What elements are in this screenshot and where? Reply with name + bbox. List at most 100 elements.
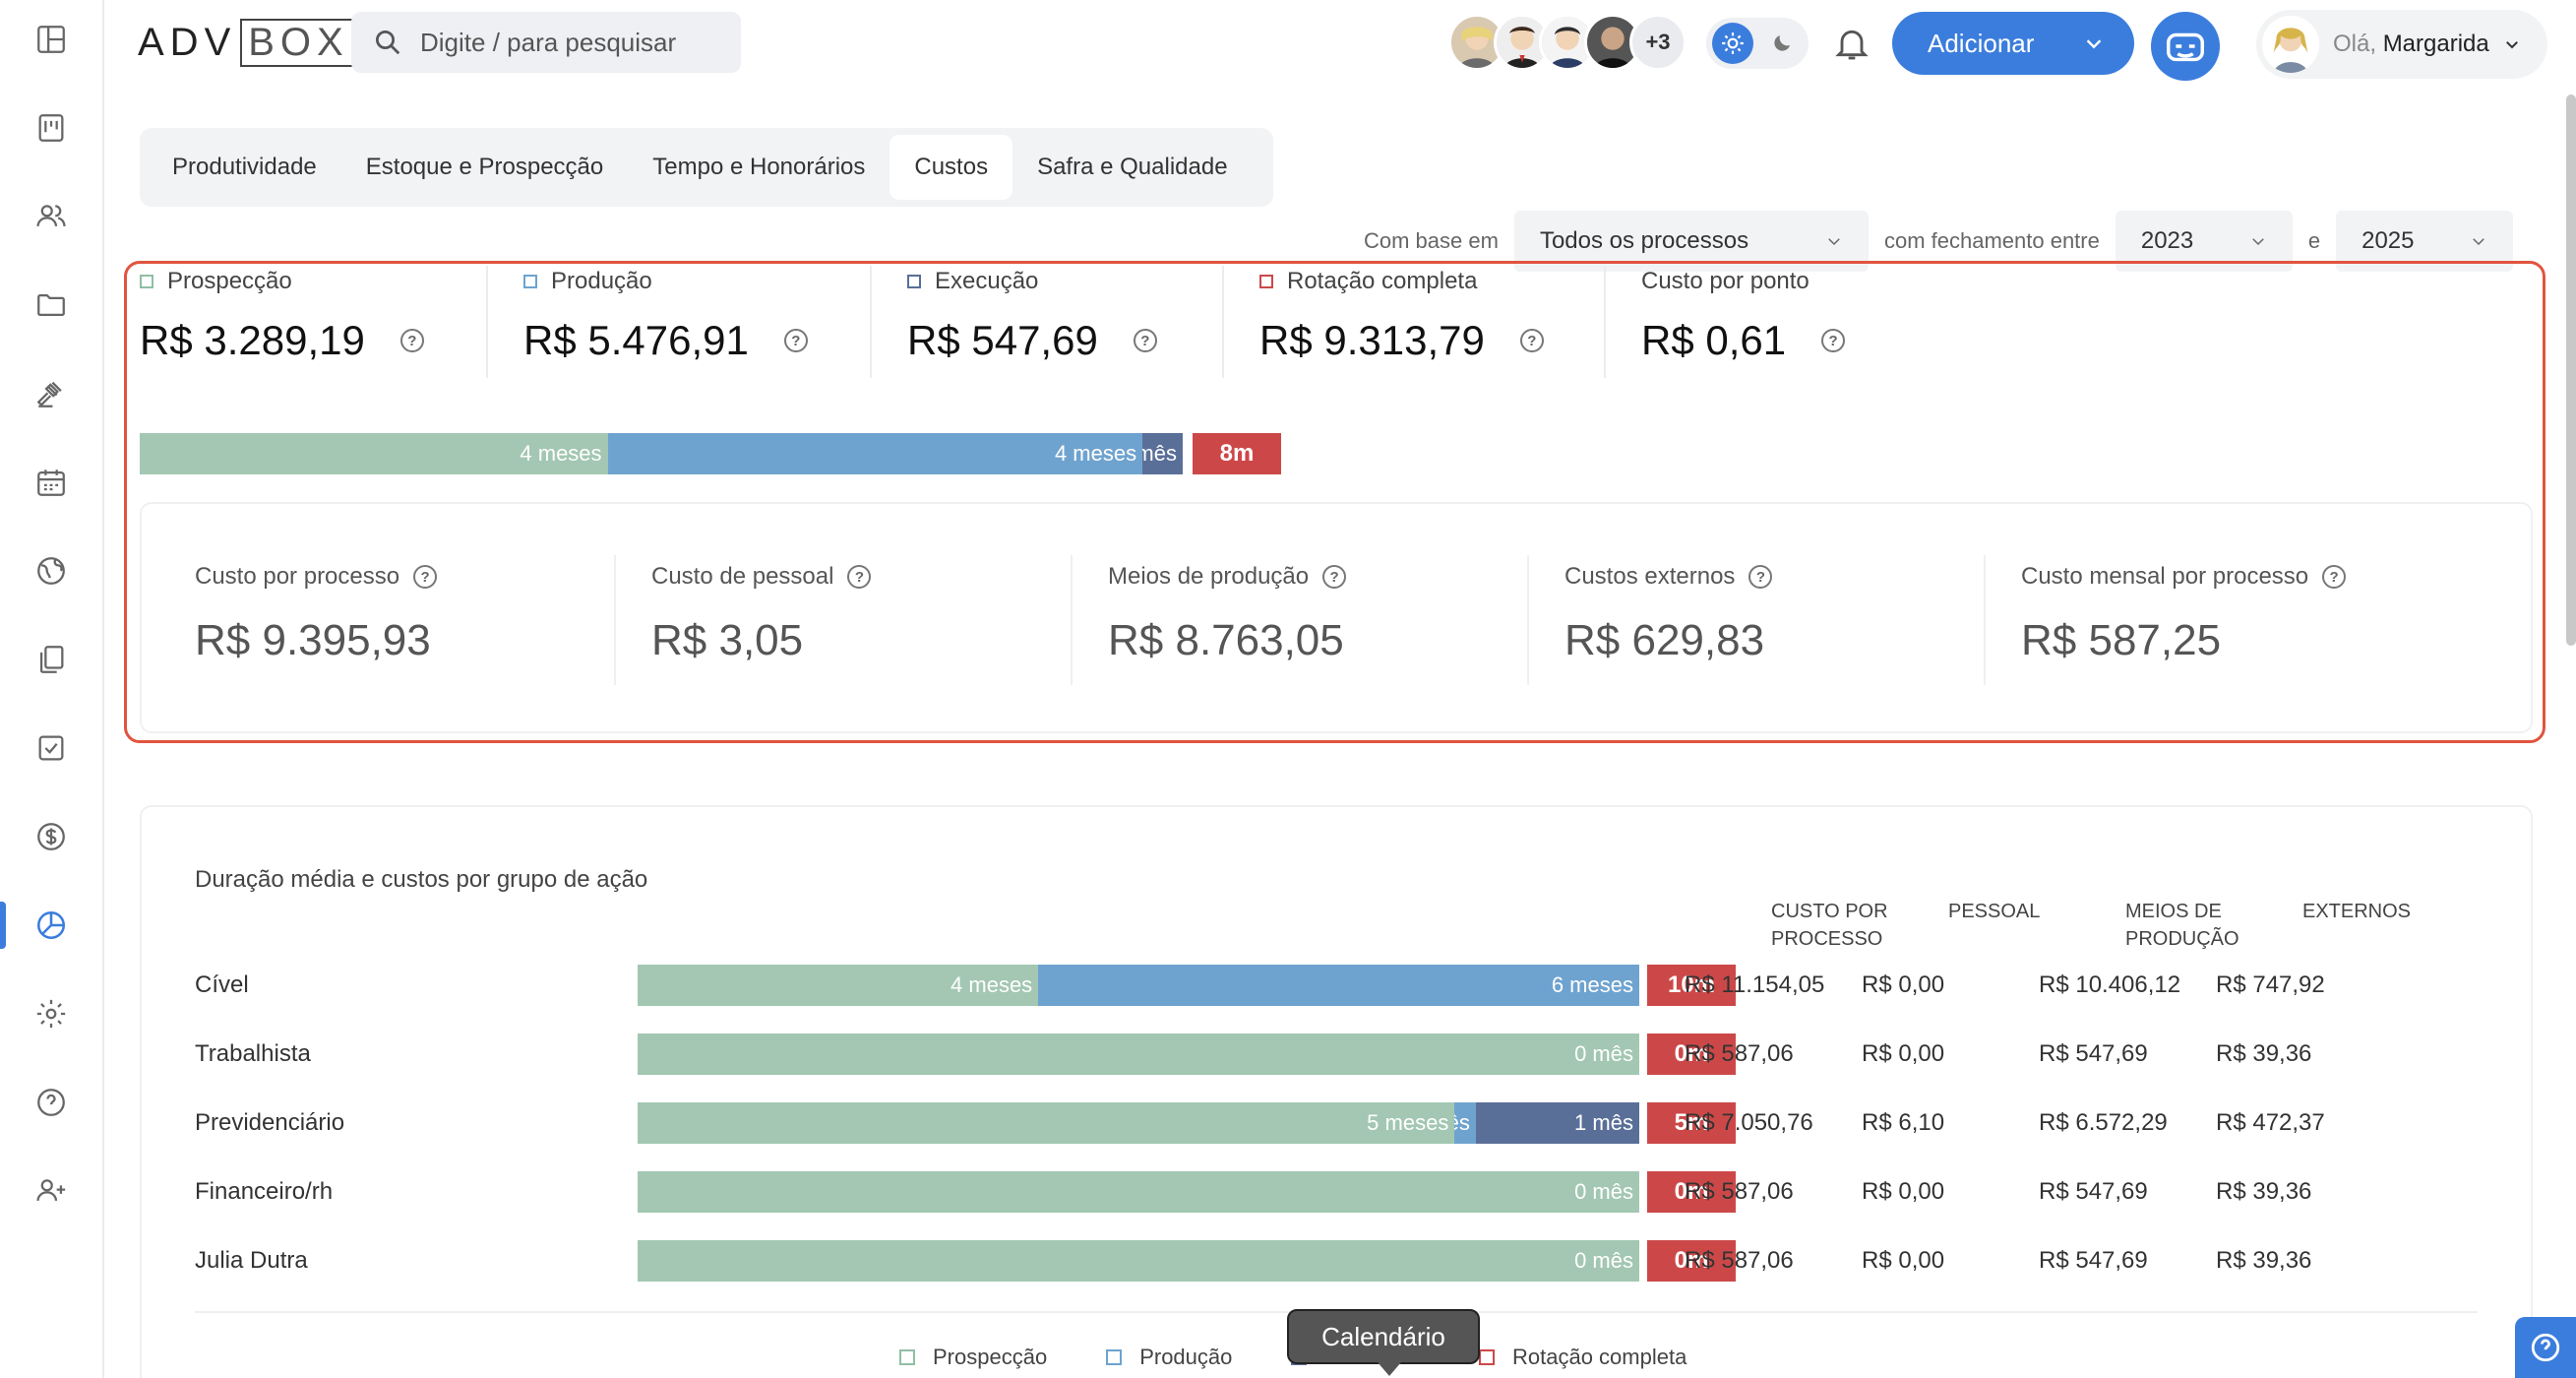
cell-pessoal: R$ 0,00	[1862, 1040, 1945, 1067]
table-row[interactable]: Previdenciário5 meses1 mês1 mês5mR$ 7.05…	[195, 1102, 2497, 1144]
prospeccao-segment[interactable]: 0 mês	[638, 1240, 1639, 1282]
metric-custo-por-ponto: Custo por ponto R$ 0,61?	[1641, 268, 1846, 378]
search-input[interactable]: Digite / para pesquisar	[351, 12, 741, 73]
prospeccao-segment[interactable]: 5 meses	[638, 1102, 1455, 1144]
chevron-down-icon	[2252, 238, 2264, 246]
metric-value: R$ 3.289,19	[140, 317, 365, 363]
help-icon[interactable]	[0, 1073, 102, 1132]
execucao-segment[interactable]: 1 mês	[1475, 1102, 1639, 1144]
legend-item[interactable]: Produção	[1106, 1345, 1232, 1370]
tab-tempo-honorarios[interactable]: Tempo e Honorários	[628, 135, 889, 200]
tab-custos[interactable]: Custos	[889, 135, 1013, 200]
users-icon[interactable]	[0, 187, 102, 246]
bell-icon[interactable]	[1832, 24, 1871, 63]
sun-icon[interactable]	[1712, 23, 1753, 64]
stat-label: Meios de produção	[1108, 563, 1310, 590]
help-icon[interactable]: ?	[1748, 565, 1773, 589]
stat-value: R$ 587,25	[2021, 616, 2222, 664]
group-name: Financeiro/rh	[195, 1178, 334, 1205]
kanban-icon[interactable]	[0, 98, 102, 157]
tasks-icon[interactable]	[0, 719, 102, 778]
help-icon[interactable]: ?	[783, 329, 808, 352]
documents-icon[interactable]	[0, 630, 102, 689]
help-icon[interactable]: ?	[2322, 565, 2347, 589]
help-icon[interactable]: ?	[1322, 565, 1347, 589]
help-icon[interactable]: ?	[1133, 329, 1157, 352]
cell-meios: R$ 547,69	[2039, 1040, 2148, 1067]
advbox-logo[interactable]: ADV BOX	[138, 18, 357, 67]
cell-custo: R$ 587,06	[1685, 1247, 1794, 1274]
chevron-down-icon	[2473, 238, 2484, 246]
stat-value: R$ 8.763,05	[1108, 616, 1344, 664]
table-row[interactable]: Cível 4 meses 6 meses 10m R$ 11.154,05 R$ 0,0…	[195, 965, 2497, 1006]
producao-segment[interactable]: 6 meses	[1038, 965, 1639, 1006]
duration-bar: 0 mês	[638, 1240, 1639, 1282]
year-to-value: 2025	[2361, 227, 2415, 254]
cell-meios: R$ 6.572,29	[2039, 1109, 2168, 1136]
moon-icon[interactable]	[1761, 23, 1803, 64]
producao-segment[interactable]: 1 mês	[1454, 1102, 1476, 1144]
help-icon[interactable]: ?	[399, 329, 424, 352]
cell-custo: R$ 587,06	[1685, 1040, 1794, 1067]
user-menu[interactable]: Olá, Margarida	[2256, 10, 2547, 79]
reports-icon[interactable]	[0, 896, 102, 955]
prospeccao-segment[interactable]: 0 mês	[638, 1171, 1639, 1213]
table-row[interactable]: Financeiro/rh 0 mês 0m R$ 587,06 R$ 0,00 R$ 5…	[195, 1171, 2497, 1213]
stat-label: Custo de pessoal	[651, 563, 834, 590]
table-row[interactable]: Julia Dutra 0 mês 0m R$ 587,06 R$ 0,00 R$ 547…	[195, 1240, 2497, 1282]
duration-bar: 0 mês	[638, 1171, 1639, 1213]
cell-custo: R$ 587,06	[1685, 1178, 1794, 1205]
stat-meios-de-producao: Meios de produção? R$ 8.763,05	[1108, 563, 1347, 689]
page-scrollbar[interactable]	[2566, 94, 2576, 646]
finance-icon[interactable]	[0, 807, 102, 866]
prospeccao-segment[interactable]: 4 meses	[638, 965, 1039, 1006]
settings-icon[interactable]	[0, 984, 102, 1043]
help-icon[interactable]: ?	[1821, 329, 1846, 352]
column-header: EXTERNOS	[2302, 901, 2412, 922]
calendar-icon[interactable]	[0, 453, 102, 512]
stat-label: Custos externos	[1564, 563, 1736, 590]
table-row[interactable]: Trabalhista 0 mês 0m R$ 587,06 R$ 0,00 R$ 547…	[195, 1034, 2497, 1075]
logo-text-right: BOX	[240, 18, 357, 67]
dashboard-icon[interactable]	[0, 10, 102, 69]
timeline-producao-segment[interactable]: 4 meses	[607, 433, 1143, 474]
folder-icon[interactable]	[0, 276, 102, 335]
tab-estoque-prospeccao[interactable]: Estoque e Prospecção	[341, 135, 629, 200]
legend-square	[899, 1349, 915, 1365]
metric-label: Prospecção	[167, 268, 292, 294]
add-button[interactable]: Adicionar	[1892, 12, 2134, 75]
help-icon[interactable]: ?	[413, 565, 438, 589]
team-avatars[interactable]: +3	[1448, 14, 1687, 73]
legend-square	[140, 275, 153, 288]
cell-externos: R$ 747,92	[2216, 971, 2325, 998]
legend-item[interactable]: Prospecção	[899, 1345, 1047, 1370]
legend-item[interactable]: Rotação completa	[1479, 1345, 1687, 1370]
group-name: Trabalhista	[195, 1040, 311, 1067]
divider	[614, 555, 616, 685]
tab-produtividade[interactable]: Produtividade	[148, 135, 341, 200]
timeline-prospeccao-segment[interactable]: 4 meses	[140, 433, 608, 474]
metric-value: R$ 5.476,91	[523, 317, 749, 363]
help-icon[interactable]: ?	[1519, 329, 1544, 352]
legend-square	[523, 275, 537, 288]
divider	[1527, 555, 1529, 685]
assistant-bot-button[interactable]	[2151, 12, 2220, 81]
add-user-icon[interactable]	[0, 1161, 102, 1221]
avatars-more-count[interactable]: +3	[1629, 14, 1687, 71]
theme-toggle[interactable]	[1706, 18, 1809, 69]
legend-square	[1106, 1349, 1123, 1365]
divider	[486, 266, 488, 378]
timeline-execucao-segment[interactable]: 1 mês	[1142, 433, 1183, 474]
metric-producao: Produção R$ 5.476,91?	[523, 268, 808, 378]
metric-label: Custo por ponto	[1641, 268, 1809, 294]
prospeccao-segment[interactable]: 0 mês	[638, 1034, 1639, 1075]
globe-icon[interactable]	[0, 541, 102, 600]
legend-label: Prospecção	[933, 1345, 1048, 1369]
metric-prospeccao: Prospecção R$ 3.289,19?	[140, 268, 424, 378]
help-icon[interactable]: ?	[847, 565, 872, 589]
metric-value: R$ 547,69	[907, 317, 1098, 363]
help-chat-button[interactable]	[2515, 1317, 2576, 1378]
tab-safra-qualidade[interactable]: Safra e Qualidade	[1012, 135, 1252, 200]
legend-square	[907, 275, 921, 288]
gavel-icon[interactable]	[0, 364, 102, 423]
